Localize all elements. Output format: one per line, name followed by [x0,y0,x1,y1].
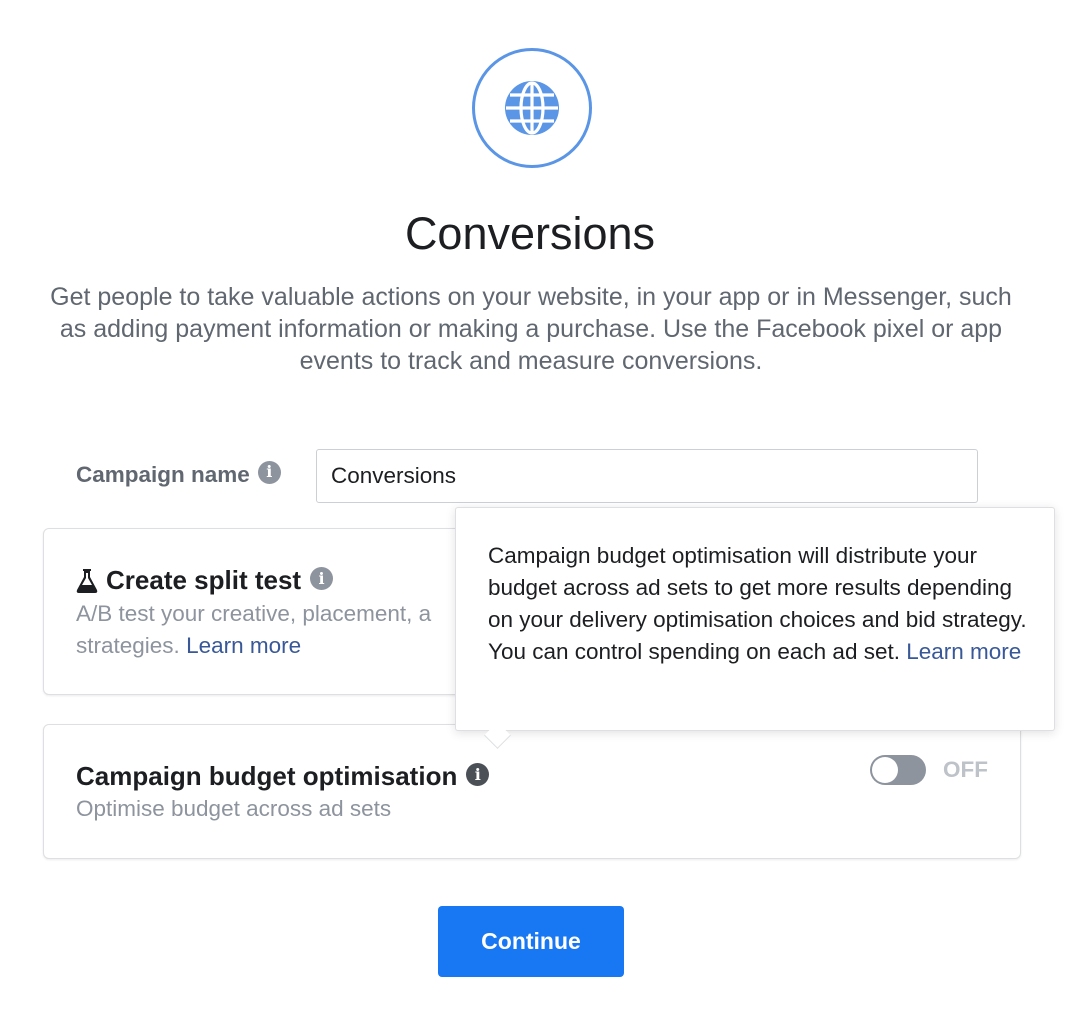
campaign-name-input[interactable] [316,449,978,503]
objective-icon [472,48,592,168]
budget-optimisation-info-icon[interactable]: i [466,763,490,786]
toggle-state-label: OFF [943,757,988,782]
split-test-info-icon[interactable]: i [310,567,334,590]
split-test-title-text: Create split test [106,565,302,595]
objective-description: Get people to take valuable actions on y… [50,283,1012,375]
continue-button[interactable]: Continue [438,906,624,977]
split-test-learn-more-link[interactable]: Learn more [186,633,301,658]
budget-optimisation-toggle[interactable] [870,755,926,785]
campaign-name-label-text: Campaign name [76,462,250,487]
objective-title: Conversions [404,208,656,259]
split-test-description-line1: A/B test your creative, placement, a [76,601,432,626]
flask-icon [76,568,98,594]
campaign-name-label: Campaign name i [76,460,281,488]
globe-icon [505,81,559,135]
budget-optimisation-card: Campaign budget optimisation i Optimise … [43,724,1021,859]
budget-optimisation-title-text: Campaign budget optimisation [76,761,458,791]
split-test-title: Create split test i [76,565,334,596]
split-test-description: A/B test your creative, placement, a str… [76,598,456,662]
toggle-knob [872,757,898,783]
campaign-name-info-icon[interactable]: i [257,460,281,484]
tooltip-learn-more-link[interactable]: Learn more [906,639,1021,664]
budget-optimisation-description: Optimise budget across ad sets [76,796,392,821]
budget-optimisation-tooltip: Campaign budget optimisation will distri… [455,507,1055,731]
budget-optimisation-title: Campaign budget optimisation i [76,761,490,792]
split-test-description-line2: strategies. [76,633,180,658]
